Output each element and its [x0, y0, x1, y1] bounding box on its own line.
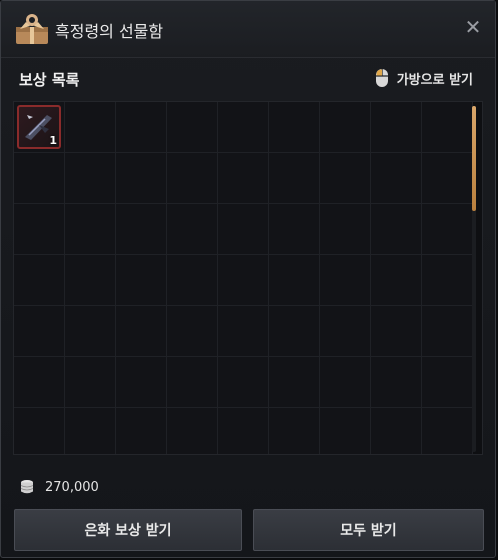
reward-slot[interactable] [320, 357, 371, 408]
reward-slot[interactable] [218, 102, 269, 153]
mouse-icon [375, 69, 388, 87]
reward-slot[interactable] [269, 306, 320, 357]
reward-slot[interactable] [422, 102, 473, 153]
reward-slot[interactable] [65, 255, 116, 306]
reward-slot[interactable] [65, 408, 116, 454]
reward-slot[interactable] [422, 204, 473, 255]
reward-slot[interactable] [116, 204, 167, 255]
reward-slot[interactable] [65, 306, 116, 357]
reward-slot[interactable] [167, 357, 218, 408]
receive-all-button[interactable]: 모두 받기 [253, 509, 484, 551]
reward-slot[interactable] [65, 102, 116, 153]
reward-slot[interactable] [320, 153, 371, 204]
scroll-thumb[interactable] [472, 106, 476, 211]
reward-slot[interactable] [371, 102, 422, 153]
reward-slot[interactable] [371, 357, 422, 408]
gift-box-icon [16, 14, 48, 44]
reward-list-header: 보상 목록 가방으로 받기 [1, 58, 495, 98]
reward-slot[interactable] [371, 204, 422, 255]
reward-slot[interactable] [371, 306, 422, 357]
reward-slot[interactable] [422, 255, 473, 306]
reward-slot[interactable] [14, 153, 65, 204]
reward-slot[interactable] [167, 306, 218, 357]
reward-slot[interactable] [371, 408, 422, 454]
reward-slot[interactable] [167, 102, 218, 153]
title-bar[interactable]: 흑정령의 선물함 ✕ [1, 1, 495, 58]
reward-slot[interactable] [320, 255, 371, 306]
reward-slot[interactable] [269, 102, 320, 153]
reward-slot[interactable] [14, 357, 65, 408]
reward-slot[interactable] [422, 408, 473, 454]
reward-slot[interactable] [320, 408, 371, 454]
reward-grid: 1 [13, 101, 483, 455]
reward-slot[interactable] [371, 255, 422, 306]
reward-slot[interactable] [14, 204, 65, 255]
receive-to-bag-button[interactable]: 가방으로 받기 [375, 66, 473, 90]
reward-slot[interactable] [167, 153, 218, 204]
reward-slot[interactable] [14, 306, 65, 357]
reward-slot[interactable] [167, 408, 218, 454]
reward-item-slot[interactable]: 1 [17, 105, 61, 149]
reward-slot-grid [14, 102, 473, 454]
scrollbar[interactable] [472, 106, 476, 452]
reward-slot[interactable] [269, 153, 320, 204]
reward-slot[interactable] [218, 153, 269, 204]
reward-slot[interactable] [422, 153, 473, 204]
reward-slot[interactable] [116, 255, 167, 306]
reward-slot[interactable] [116, 306, 167, 357]
reward-slot[interactable] [116, 357, 167, 408]
reward-slot[interactable] [218, 204, 269, 255]
reward-slot[interactable] [14, 255, 65, 306]
reward-slot[interactable] [167, 255, 218, 306]
reward-slot[interactable] [167, 204, 218, 255]
silver-total: 270,000 [19, 479, 99, 495]
close-icon: ✕ [464, 15, 482, 39]
reward-slot[interactable] [218, 255, 269, 306]
reward-slot[interactable] [371, 153, 422, 204]
gift-box-window: 흑정령의 선물함 ✕ 보상 목록 가방으로 받기 1 270,000 은화 보상… [0, 0, 496, 558]
silver-amount: 270,000 [45, 479, 99, 495]
reward-slot[interactable] [422, 357, 473, 408]
silver-coin-stack-icon [20, 480, 34, 494]
reward-slot[interactable] [269, 357, 320, 408]
reward-slot[interactable] [218, 408, 269, 454]
reward-slot[interactable] [320, 204, 371, 255]
reward-slot[interactable] [422, 306, 473, 357]
close-button[interactable]: ✕ [461, 15, 485, 39]
reward-slot[interactable] [116, 408, 167, 454]
reward-slot[interactable] [320, 102, 371, 153]
reward-slot[interactable] [65, 204, 116, 255]
receive-to-bag-label: 가방으로 받기 [396, 72, 473, 88]
reward-slot[interactable] [65, 153, 116, 204]
reward-slot[interactable] [269, 204, 320, 255]
reward-slot[interactable] [218, 357, 269, 408]
reward-slot[interactable] [218, 306, 269, 357]
reward-slot[interactable] [65, 357, 116, 408]
item-count: 1 [49, 134, 57, 147]
reward-slot[interactable] [14, 408, 65, 454]
reward-list-title: 보상 목록 [19, 71, 80, 89]
receive-silver-button[interactable]: 은화 보상 받기 [14, 509, 242, 551]
reward-slot[interactable] [116, 102, 167, 153]
window-title: 흑정령의 선물함 [55, 22, 164, 41]
reward-slot[interactable] [269, 255, 320, 306]
reward-slot[interactable] [116, 153, 167, 204]
reward-slot[interactable] [269, 408, 320, 454]
reward-slot[interactable] [320, 306, 371, 357]
